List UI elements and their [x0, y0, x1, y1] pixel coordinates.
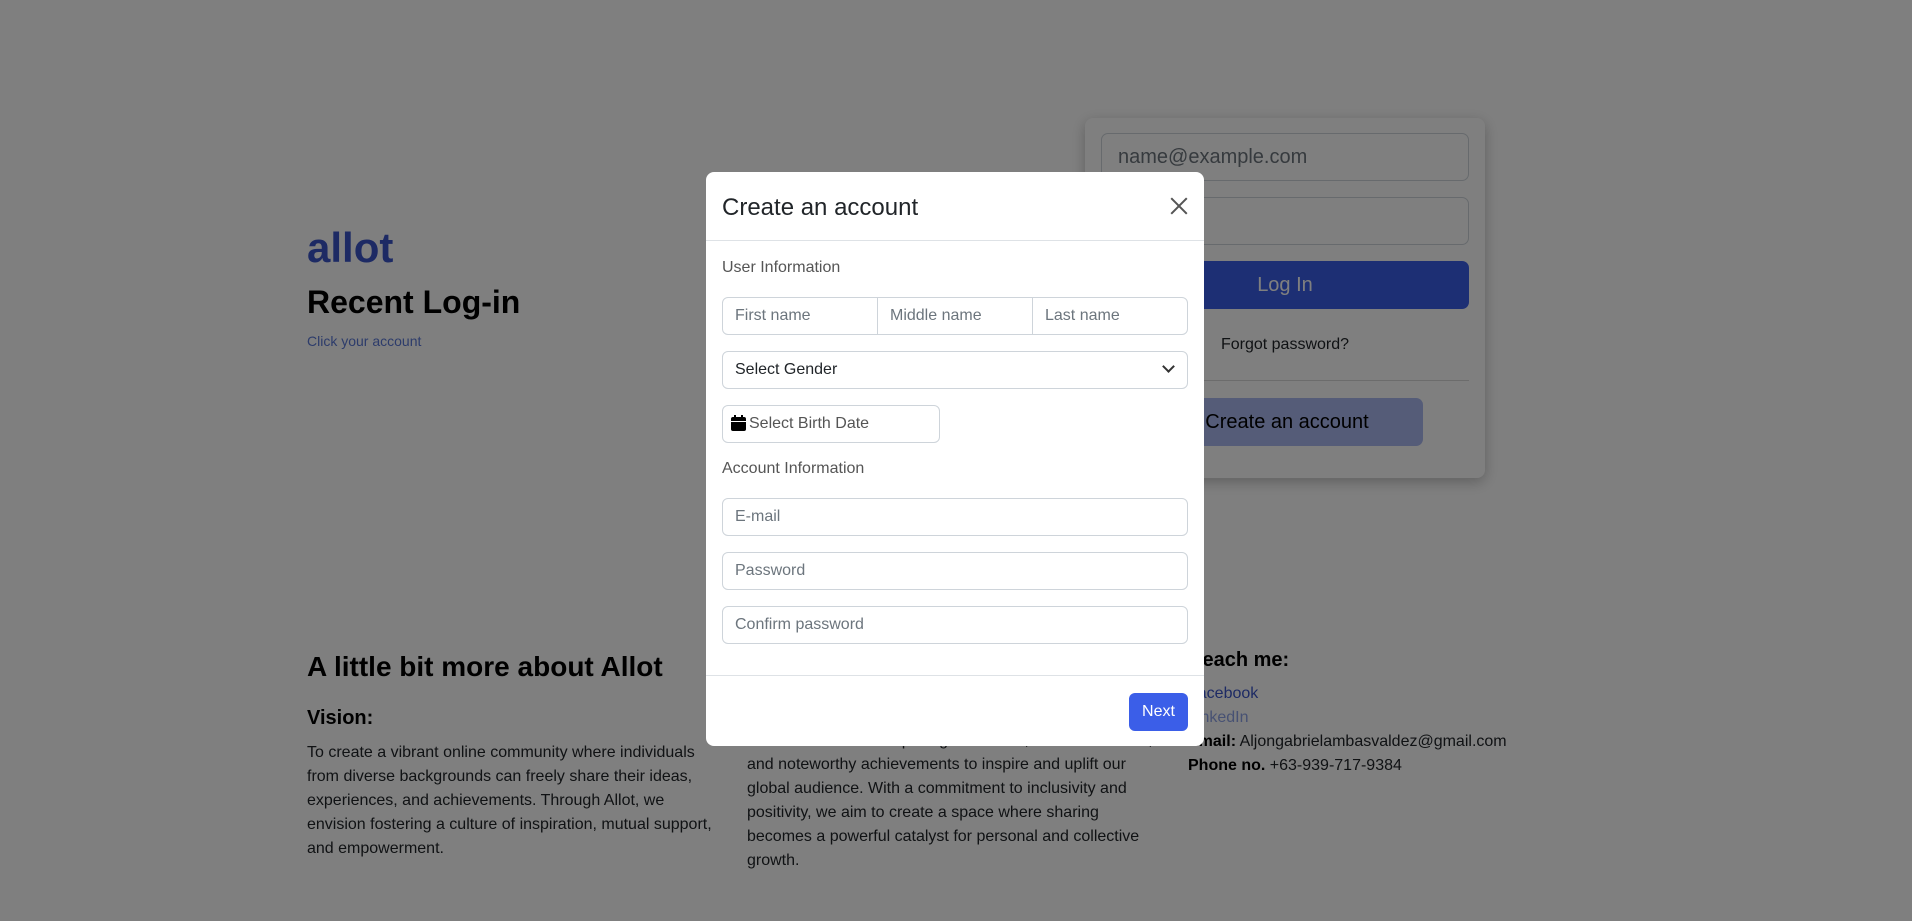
modal-footer: Next [706, 675, 1204, 746]
account-information-label: Account Information [722, 460, 865, 477]
last-name-input[interactable]: Last name [1033, 298, 1187, 334]
name-input-group: First name Middle name Last name [722, 297, 1188, 335]
confirm-password-input[interactable]: Confirm password [722, 606, 1188, 644]
birth-date-picker[interactable]: Select Birth Date [722, 405, 940, 443]
modal-title: Create an account [722, 194, 919, 221]
create-account-modal: Create an account User Information First… [706, 172, 1204, 746]
calendar-icon [731, 415, 746, 431]
birth-date-placeholder: Select Birth Date [749, 415, 870, 432]
email-input[interactable]: E-mail [722, 498, 1188, 536]
first-name-input[interactable]: First name [723, 298, 878, 334]
password-input[interactable]: Password [722, 552, 1188, 590]
gender-select[interactable]: Select Gender [722, 351, 1188, 389]
user-information-label: User Information [722, 259, 841, 276]
modal-header: Create an account [706, 172, 1204, 241]
chevron-down-icon [1162, 360, 1175, 373]
close-icon[interactable] [1167, 194, 1191, 218]
middle-name-input[interactable]: Middle name [878, 298, 1033, 334]
next-button[interactable]: Next [1129, 693, 1188, 731]
gender-select-value: Select Gender [735, 361, 838, 378]
